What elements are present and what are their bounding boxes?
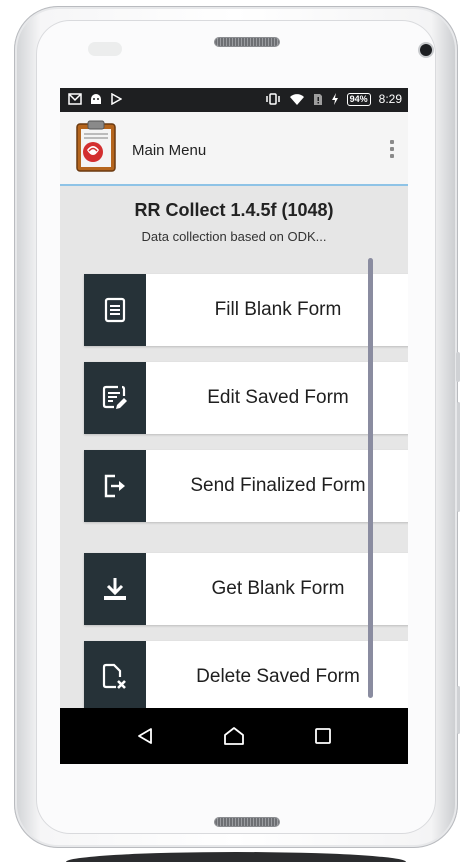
android-icon (91, 94, 101, 104)
delete-file-icon (84, 641, 146, 713)
navigation-bar (60, 708, 408, 764)
form-icon (84, 274, 146, 346)
charging-icon (331, 93, 338, 105)
phone-shadow (66, 852, 406, 862)
back-icon[interactable] (125, 716, 165, 756)
bottom-speaker (215, 818, 279, 826)
app-bar: Main Menu (60, 112, 408, 186)
camera-button (457, 686, 460, 734)
earpiece-speaker (215, 38, 279, 46)
app-bar-title: Main Menu (132, 142, 207, 159)
clipboard-app-icon (76, 120, 116, 172)
send-icon (84, 450, 146, 522)
get-blank-form-button[interactable]: Get Blank Form (84, 553, 408, 625)
status-bar: 94% 8:29 (60, 88, 408, 112)
scrollbar[interactable] (368, 258, 373, 698)
play-icon (111, 93, 122, 105)
send-finalized-form-button[interactable]: Send Finalized Form (84, 450, 408, 522)
download-icon (84, 553, 146, 625)
edit-form-icon (84, 362, 146, 434)
clock: 8:29 (378, 92, 402, 106)
power-button (456, 352, 460, 382)
mail-icon (68, 93, 82, 105)
fill-blank-form-button[interactable]: Fill Blank Form (84, 274, 408, 346)
app-version-title: RR Collect 1.4.5f (1048) (134, 200, 334, 220)
wifi-icon (289, 93, 304, 105)
delete-saved-form-button[interactable]: Delete Saved Form (84, 641, 408, 713)
sensor-window (88, 42, 122, 56)
recents-icon[interactable] (303, 716, 343, 756)
screen: 94% 8:29 Main Menu RR Collect 1.4.5f (10… (60, 88, 408, 764)
home-icon[interactable] (214, 716, 254, 756)
vibrate-icon (265, 93, 280, 105)
front-camera-icon (420, 44, 432, 56)
app-description: Data collection based on ODK... (141, 229, 327, 244)
volume-button (457, 402, 460, 512)
battery-level: 94% (346, 92, 371, 106)
sim-icon (313, 93, 322, 105)
overflow-menu-icon[interactable] (390, 140, 394, 158)
edit-saved-form-button[interactable]: Edit Saved Form (84, 362, 408, 434)
